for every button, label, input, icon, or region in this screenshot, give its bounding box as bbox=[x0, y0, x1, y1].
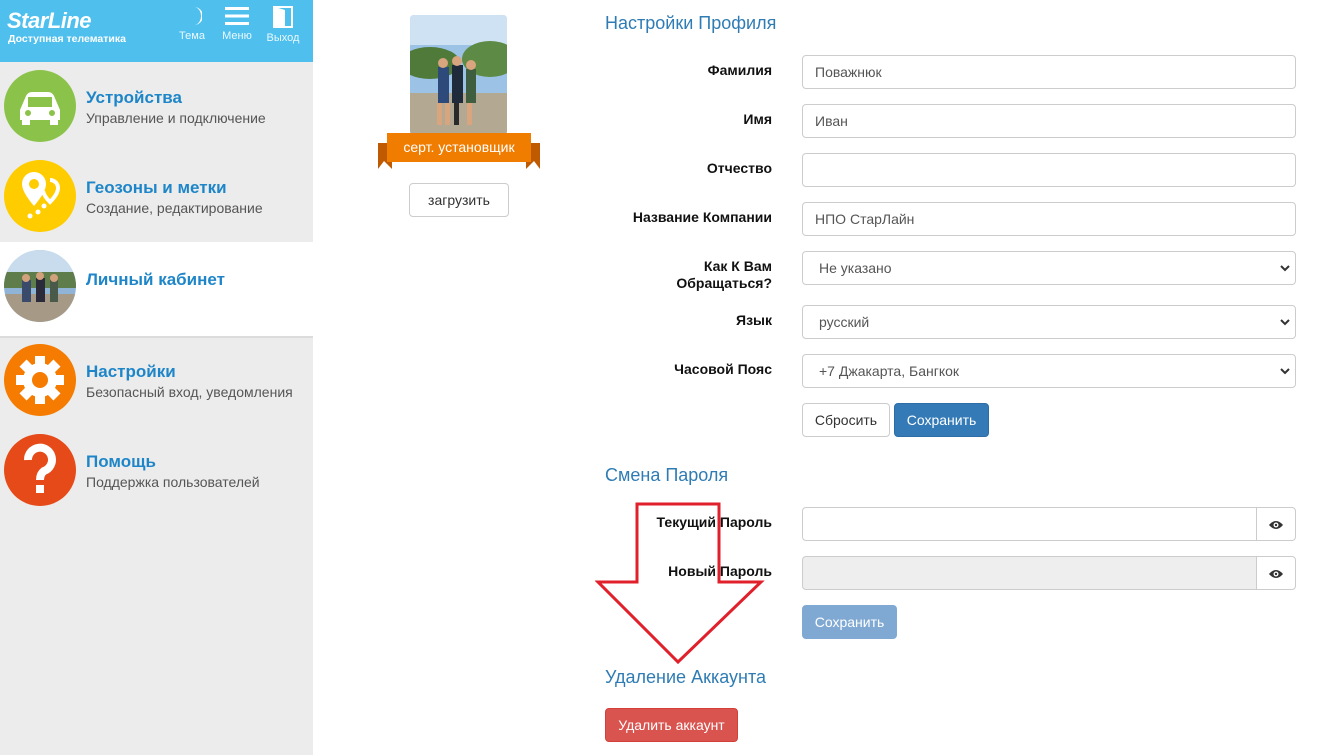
show-current-password-button[interactable] bbox=[1256, 507, 1296, 541]
show-new-password-button[interactable] bbox=[1256, 556, 1296, 590]
middlename-label: Отчество bbox=[706, 160, 772, 176]
logout-label: Выход bbox=[266, 32, 300, 44]
firstname-label: Имя bbox=[743, 111, 772, 127]
sidebar-item-subtitle: Управление и подключение bbox=[86, 110, 266, 126]
chevron-down-icon bbox=[1280, 319, 1290, 326]
sidebar-item-help[interactable]: Помощь Поддержка пользователей bbox=[0, 426, 313, 516]
question-icon bbox=[4, 434, 76, 506]
sidebar-item-profile[interactable]: Личный кабинет bbox=[0, 242, 313, 337]
sidebar: StarLine Доступная телематика Тема Меню bbox=[0, 0, 313, 755]
geo-pin-icon bbox=[4, 160, 76, 232]
new-password-label: Новый Пароль bbox=[668, 563, 772, 579]
language-label: Язык bbox=[736, 312, 772, 328]
eye-icon bbox=[1269, 570, 1283, 578]
brand-tagline: Доступная телематика bbox=[8, 33, 126, 45]
sidebar-item-geozones[interactable]: Геозоны и метки Создание, редактирование bbox=[0, 152, 313, 242]
sidebar-item-title: Геозоны и метки bbox=[86, 178, 227, 197]
chevron-down-icon bbox=[1280, 265, 1290, 272]
menu-button[interactable]: Меню bbox=[217, 6, 257, 56]
upload-photo-button[interactable]: загрузить bbox=[409, 183, 509, 217]
language-select[interactable]: русский bbox=[802, 305, 1296, 339]
language-value: русский bbox=[819, 314, 870, 330]
sidebar-item-subtitle: Безопасный вход, уведомления bbox=[86, 384, 293, 400]
save-password-button[interactable]: Сохранить bbox=[802, 605, 897, 639]
password-section-title: Смена Пароля bbox=[605, 465, 729, 485]
gear-icon bbox=[4, 344, 76, 416]
profile-photo bbox=[410, 15, 507, 135]
sidebar-item-settings[interactable]: Настройки Безопасный вход, уведомления bbox=[0, 336, 313, 426]
address-form-value: Не указано bbox=[819, 260, 892, 276]
address-form-select[interactable]: Не указано bbox=[802, 251, 1296, 285]
eye-icon bbox=[1269, 521, 1283, 529]
user-avatar bbox=[4, 250, 76, 322]
sidebar-item-title: Устройства bbox=[86, 88, 182, 107]
brand-logo[interactable]: StarLine bbox=[7, 8, 92, 34]
chevron-down-icon bbox=[1280, 368, 1290, 375]
address-form-label-line2: Обращаться? bbox=[676, 275, 772, 291]
address-form-label-line1: Как К Вам bbox=[703, 258, 772, 274]
moon-icon bbox=[194, 7, 202, 25]
theme-label: Тема bbox=[179, 30, 205, 42]
app-root: StarLine Доступная телематика Тема Меню bbox=[0, 0, 1332, 755]
firstname-input[interactable]: Иван bbox=[802, 104, 1296, 138]
current-password-input[interactable] bbox=[802, 507, 1257, 541]
save-profile-button[interactable]: Сохранить bbox=[894, 403, 989, 437]
installer-badge: серт. установщик bbox=[387, 133, 531, 162]
new-password-input[interactable] bbox=[802, 556, 1257, 590]
lastname-input[interactable]: Поважнюк bbox=[802, 55, 1296, 89]
menu-icon bbox=[225, 7, 249, 25]
timezone-select[interactable]: +7 Джакарта, Бангкок bbox=[802, 354, 1296, 388]
sidebar-item-title: Помощь bbox=[86, 452, 156, 471]
profile-section-title: Настройки Профиля bbox=[605, 13, 777, 33]
exit-door-icon bbox=[273, 6, 293, 28]
lastname-label: Фамилия bbox=[707, 62, 772, 78]
menu-label: Меню bbox=[222, 30, 252, 42]
sidebar-item-subtitle: Создание, редактирование bbox=[86, 200, 263, 216]
delete-section-title: Удаление Аккаунта bbox=[605, 667, 767, 687]
delete-account-button[interactable]: Удалить аккаунт bbox=[605, 708, 738, 742]
car-icon bbox=[4, 70, 76, 142]
sidebar-item-title: Настройки bbox=[86, 362, 176, 381]
sidebar-item-title: Личный кабинет bbox=[86, 270, 225, 289]
company-label: Название Компании bbox=[632, 209, 772, 225]
current-password-label: Текущий Пароль bbox=[656, 514, 772, 530]
reset-button[interactable]: Сбросить bbox=[802, 403, 890, 437]
company-input[interactable]: НПО СтарЛайн bbox=[802, 202, 1296, 236]
logout-button[interactable]: Выход bbox=[263, 6, 303, 56]
sidebar-item-devices[interactable]: Устройства Управление и подключение bbox=[0, 62, 313, 152]
theme-button[interactable]: Тема bbox=[172, 6, 212, 56]
middlename-input[interactable] bbox=[802, 153, 1296, 187]
address-form-label: Как К Вам Обращаться? bbox=[512, 258, 772, 292]
sidebar-item-subtitle: Поддержка пользователей bbox=[86, 474, 260, 490]
timezone-value: +7 Джакарта, Бангкок bbox=[819, 363, 960, 379]
top-bar: StarLine Доступная телематика Тема Меню bbox=[0, 0, 313, 62]
timezone-label: Часовой Пояс bbox=[674, 361, 772, 377]
